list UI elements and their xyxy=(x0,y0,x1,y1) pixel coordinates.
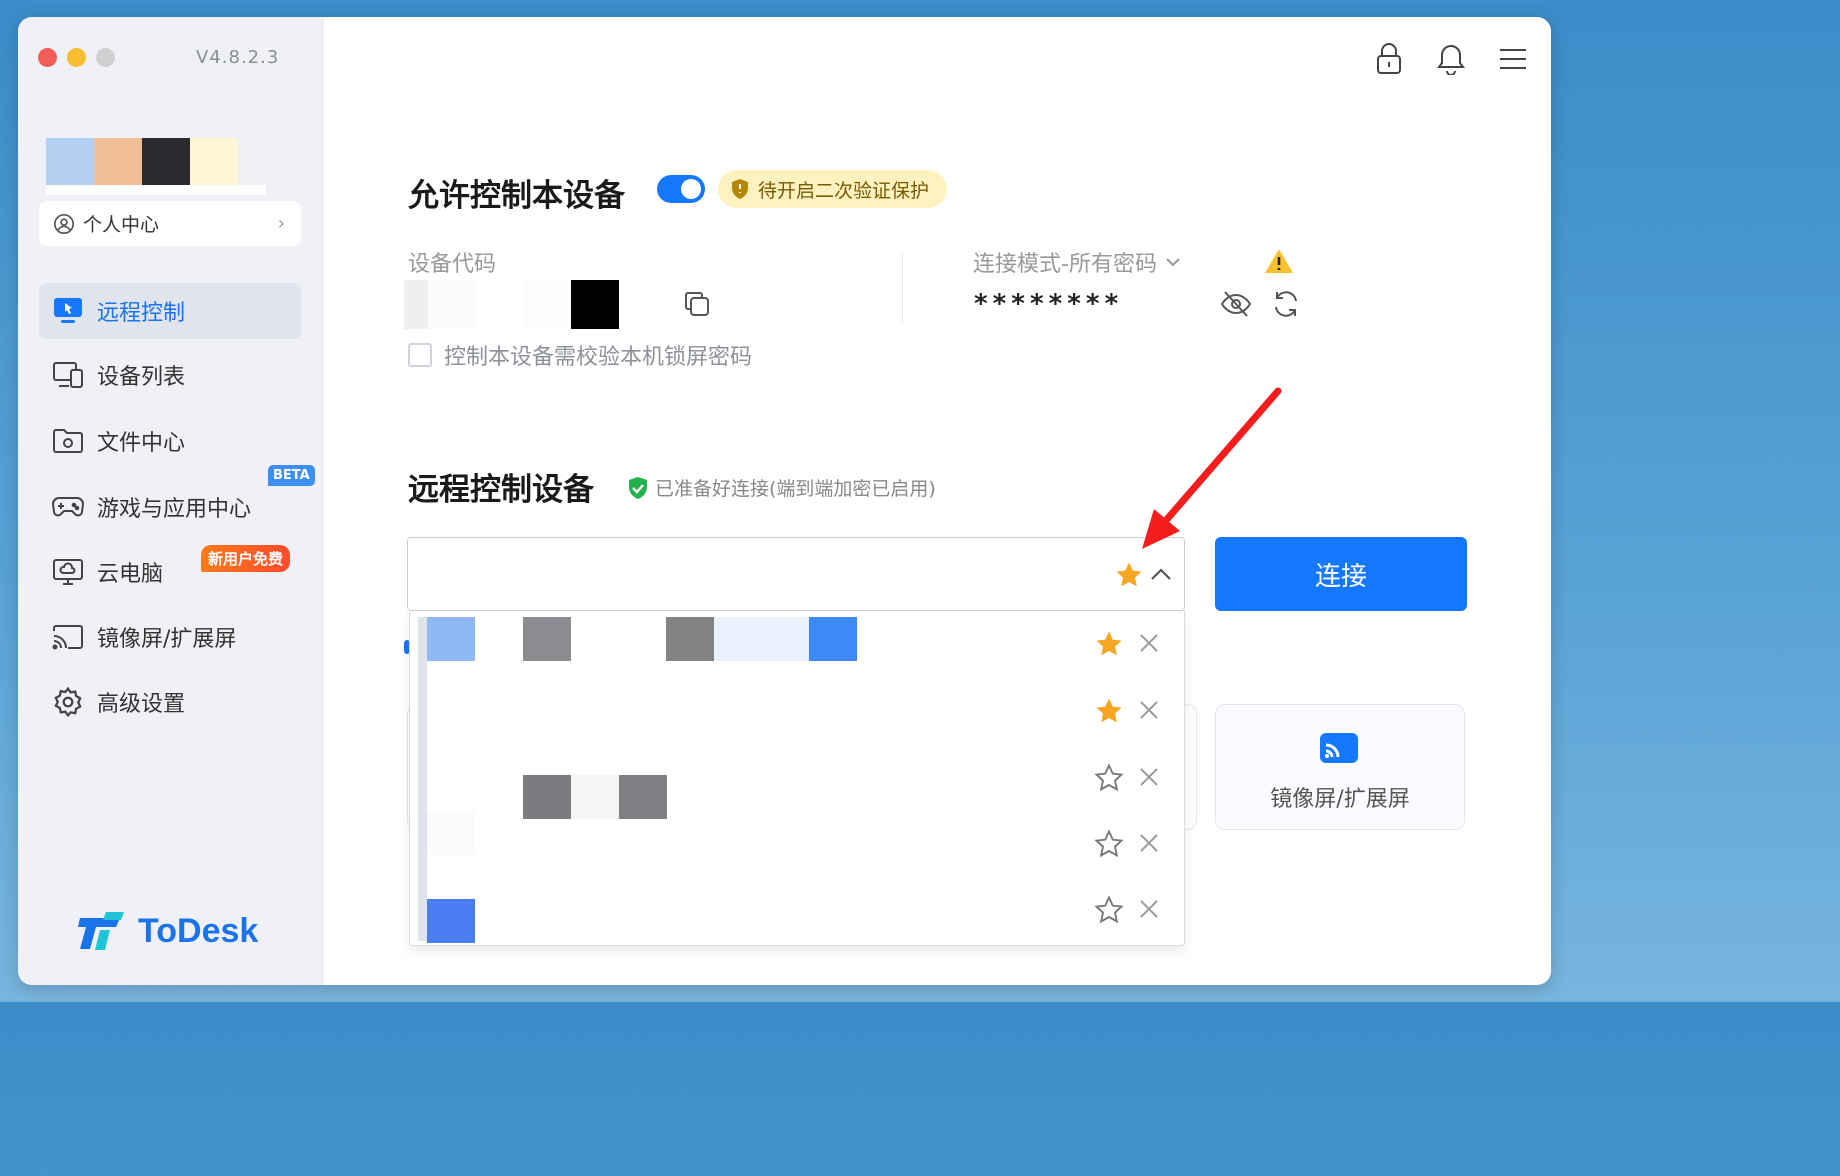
zoom-window-button[interactable] xyxy=(96,48,115,67)
sidebar-item-file-center[interactable]: 文件中心 xyxy=(39,413,301,469)
redacted-block xyxy=(714,617,810,661)
connection-mode-dropdown[interactable]: 连接模式-所有密码 xyxy=(973,246,1181,278)
temporary-password-masked: ******** xyxy=(973,289,1123,319)
sidebar: V4.8.2.3 个人中心 › 远程控制 设备列表 文件中心 游戏与应用中心 B… xyxy=(18,17,324,985)
remote-control-title: 远程控制设备 xyxy=(408,472,594,508)
remove-x-icon[interactable] xyxy=(1137,631,1161,655)
beta-badge: BETA xyxy=(268,465,315,486)
chevron-up-icon[interactable] xyxy=(1146,560,1176,590)
redacted-block xyxy=(666,617,714,661)
remote-control-icon xyxy=(51,294,85,328)
top-toolbar xyxy=(1375,42,1527,76)
redacted-block xyxy=(427,617,475,661)
copy-icon[interactable] xyxy=(682,289,712,319)
device-code-label: 设备代码 xyxy=(408,252,497,277)
shield-icon xyxy=(732,179,748,199)
lock-screen-checkbox[interactable] xyxy=(408,343,432,367)
connection-status: 已准备好连接(端到端加密已启用) xyxy=(627,474,936,501)
cloud-pc-icon xyxy=(51,555,85,589)
two-factor-warning-text: 待开启二次验证保护 xyxy=(758,179,930,202)
sidebar-item-label: 云电脑 xyxy=(97,562,164,587)
minimize-window-button[interactable] xyxy=(67,48,86,67)
connection-history-dropdown xyxy=(409,611,1185,946)
personal-center-label: 个人中心 xyxy=(83,214,160,236)
sidebar-item-game-app-center[interactable]: 游戏与应用中心 xyxy=(39,479,301,535)
star-filled-icon[interactable] xyxy=(1094,629,1124,659)
cast-icon xyxy=(1320,733,1358,763)
lock-screen-password-option[interactable]: 控制本设备需校验本机锁屏密码 xyxy=(408,339,752,371)
history-item[interactable] xyxy=(410,877,1184,943)
star-filled-icon[interactable] xyxy=(1094,696,1124,726)
cast-icon xyxy=(51,620,85,654)
todesk-logo-icon xyxy=(78,912,124,950)
logo-text: ToDesk xyxy=(138,911,259,950)
connection-status-text: 已准备好连接(端到端加密已启用) xyxy=(655,478,936,500)
eye-off-icon[interactable] xyxy=(1220,289,1252,319)
annotation-arrow xyxy=(1142,387,1282,549)
device-list-icon xyxy=(51,358,85,392)
redacted-block xyxy=(427,811,475,855)
sidebar-item-label: 文件中心 xyxy=(97,431,186,456)
remove-x-icon[interactable] xyxy=(1137,831,1161,855)
personal-center-button[interactable]: 个人中心 › xyxy=(39,201,301,246)
star-outline-icon[interactable] xyxy=(1094,763,1124,793)
sidebar-item-label: 高级设置 xyxy=(97,692,186,717)
username-redacted xyxy=(46,185,266,195)
sidebar-item-label: 设备列表 xyxy=(97,365,186,390)
remote-device-code-input[interactable] xyxy=(407,537,1185,611)
folder-icon xyxy=(51,424,85,458)
star-outline-icon[interactable] xyxy=(1094,895,1124,925)
chevron-right-icon: › xyxy=(277,213,285,234)
remove-x-icon[interactable] xyxy=(1137,765,1161,789)
refresh-icon[interactable] xyxy=(1271,289,1301,319)
sidebar-item-advanced-settings[interactable]: 高级设置 xyxy=(39,674,301,730)
mirror-screen-label: 镜像屏/扩展屏 xyxy=(1270,787,1410,812)
remove-x-icon[interactable] xyxy=(1137,698,1161,722)
user-circle-icon xyxy=(54,213,74,234)
app-version: V4.8.2.3 xyxy=(196,47,280,68)
allow-control-title: 允许控制本设备 xyxy=(408,178,625,214)
menu-icon[interactable] xyxy=(1499,42,1527,76)
redacted-block xyxy=(809,617,857,661)
history-item[interactable] xyxy=(410,678,1184,744)
sidebar-item-device-list[interactable]: 设备列表 xyxy=(39,347,301,403)
close-window-button[interactable] xyxy=(38,48,57,67)
user-avatar-redacted[interactable] xyxy=(46,138,238,185)
history-item[interactable] xyxy=(410,811,1184,877)
bell-icon[interactable] xyxy=(1437,42,1465,76)
two-factor-warning-pill[interactable]: 待开启二次验证保护 xyxy=(718,170,948,208)
chevron-down-icon xyxy=(1166,258,1180,267)
sidebar-item-label: 镜像屏/扩展屏 xyxy=(97,627,237,652)
new-user-free-badge: 新用户免费 xyxy=(201,545,291,572)
app-window: V4.8.2.3 个人中心 › 远程控制 设备列表 文件中心 游戏与应用中心 B… xyxy=(18,17,1551,985)
section-divider xyxy=(902,253,903,323)
sidebar-item-label: 游戏与应用中心 xyxy=(97,497,252,522)
lock-screen-checkbox-label: 控制本设备需校验本机锁屏密码 xyxy=(444,345,753,370)
warning-triangle-icon[interactable] xyxy=(1263,247,1295,275)
todesk-logo: ToDesk xyxy=(76,910,258,952)
star-outline-icon[interactable] xyxy=(1094,829,1124,859)
history-item[interactable] xyxy=(410,745,1184,819)
allow-control-toggle[interactable] xyxy=(657,175,705,203)
sidebar-item-remote-control[interactable]: 远程控制 xyxy=(39,283,301,339)
connection-mode-label: 连接模式-所有密码 xyxy=(973,252,1157,277)
mirror-screen-card[interactable]: 镜像屏/扩展屏 xyxy=(1215,704,1465,830)
settings-gear-icon xyxy=(51,685,85,719)
shield-check-icon xyxy=(629,476,647,499)
star-filled-icon[interactable] xyxy=(1114,560,1144,590)
history-item[interactable] xyxy=(410,611,1184,677)
remove-x-icon[interactable] xyxy=(1137,897,1161,921)
redacted-block xyxy=(427,899,475,943)
sidebar-item-label: 远程控制 xyxy=(97,301,186,326)
gamepad-icon xyxy=(51,490,85,524)
lock-icon[interactable] xyxy=(1375,42,1403,76)
sidebar-item-mirror-screen[interactable]: 镜像屏/扩展屏 xyxy=(39,609,301,665)
redacted-block xyxy=(523,617,571,661)
